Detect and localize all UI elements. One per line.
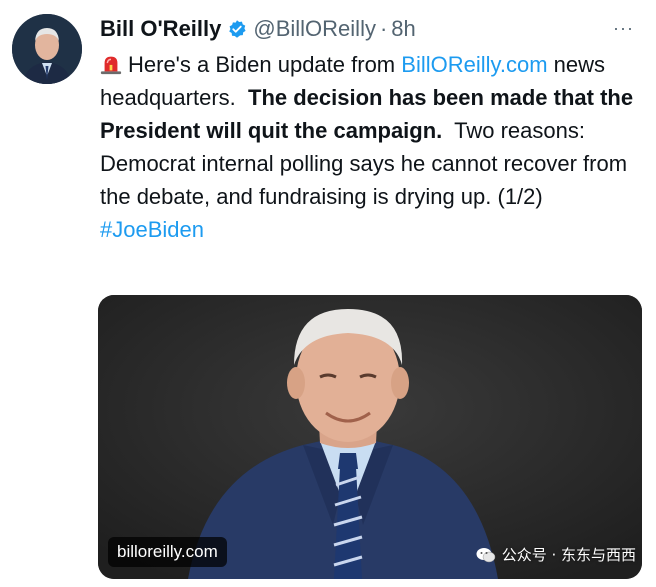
author-name[interactable]: Bill O'Reilly [100, 16, 221, 42]
watermark: 公众号 · 东东与西西 [476, 544, 636, 565]
tweet-header: Bill O'Reilly @BillOReilly · 8h [100, 14, 416, 44]
tweet-timestamp[interactable]: 8h [391, 16, 415, 42]
header-separator: · [379, 16, 388, 41]
hashtag-link[interactable]: #JoeBiden [100, 217, 204, 242]
tweet-media[interactable]: billoreilly.com [98, 295, 642, 579]
tweet-link[interactable]: BillOReilly.com [401, 52, 547, 77]
police-siren-icon [100, 56, 122, 75]
avatar-image [12, 14, 82, 84]
more-options-button[interactable]: ··· [613, 18, 634, 39]
verified-badge-icon [229, 20, 246, 38]
author-avatar[interactable] [12, 14, 82, 84]
author-handle[interactable]: @BillOReilly [253, 16, 376, 42]
watermark-text: 公众号 · 东东与西西 [501, 546, 636, 564]
tweet-text: Here's a Biden update from BillOReilly.c… [100, 48, 640, 246]
tweet-text-intro: Here's a Biden update from [128, 52, 396, 77]
wechat-icon [476, 547, 495, 562]
media-url-overlay: billoreilly.com [108, 537, 227, 567]
